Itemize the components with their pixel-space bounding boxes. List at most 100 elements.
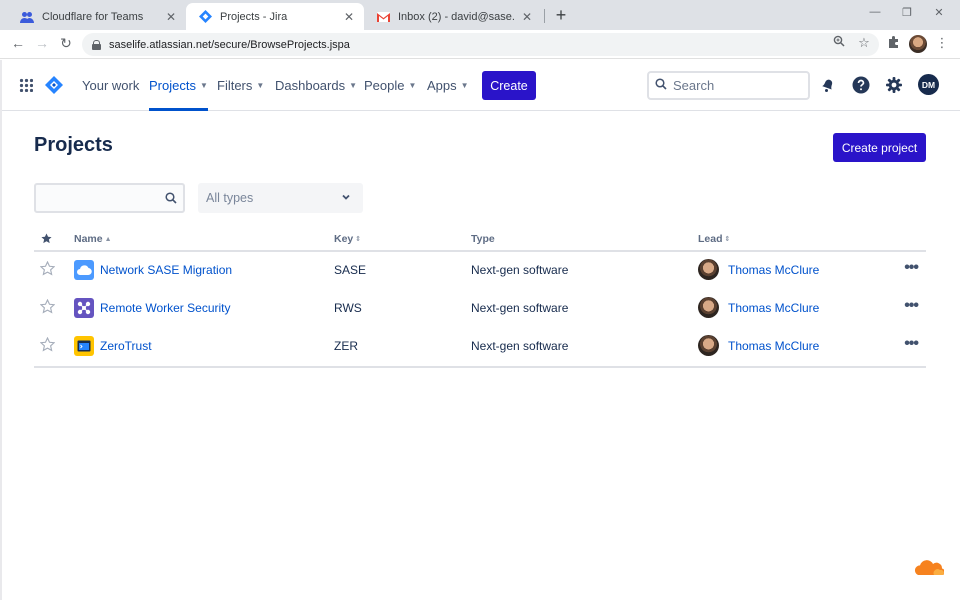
tab-separator [544,9,545,23]
project-search-field[interactable] [34,183,185,213]
browser-profile-avatar[interactable] [909,35,927,53]
url-text: saselife.atlassian.net/secure/BrowseProj… [109,38,350,51]
lock-icon [92,39,101,50]
nav-label: Filters [217,78,253,93]
more-actions-icon[interactable]: ••• [904,335,919,353]
create-button[interactable]: Create [482,71,536,100]
project-key: ZER [334,339,358,353]
bookmark-star-icon[interactable]: ☆ [856,35,872,51]
gmail-favicon-icon [376,10,390,24]
chevron-down-icon: ▼ [408,81,417,90]
browser-toolbar: ← → ↻ saselife.atlassian.net/secure/Brow… [0,30,960,59]
search-field[interactable] [647,71,810,100]
network-project-icon [74,298,94,318]
star-filled-icon [41,233,52,247]
jira-favicon-icon [198,10,212,24]
project-name-link[interactable]: Network SASE Migration [100,263,232,277]
project-name-link[interactable]: ZeroTrust [100,339,152,353]
nav-people[interactable]: People ▼ [364,60,416,111]
app-switcher-icon[interactable] [19,78,33,92]
nav-label: Dashboards [275,78,346,93]
close-tab-icon[interactable]: ✕ [164,10,178,24]
browser-tab-cloudflare[interactable]: Cloudflare for Teams ✕ [8,3,186,30]
project-type: Next-gen software [471,339,569,353]
chevron-down-icon [341,191,351,205]
browser-tab-jira[interactable]: Projects - Jira ✕ [186,3,364,30]
chevron-down-icon: ▼ [460,81,469,90]
window-edge [0,60,2,600]
table-row[interactable]: Network SASE Migration SASE Next-gen sof… [34,251,926,289]
project-type: Next-gen software [471,263,569,277]
nav-label: Apps [427,78,457,93]
more-actions-icon[interactable]: ••• [904,259,919,277]
settings-gear-icon[interactable] [884,75,904,95]
create-project-button[interactable]: Create project [833,133,926,162]
sort-asc-icon: ▲ [104,235,112,243]
nav-label: Projects [149,78,196,93]
lead-avatar [698,259,719,280]
help-icon[interactable] [851,75,871,95]
browser-tab-gmail[interactable]: Inbox (2) - david@sase.life - SASE ✕ [364,3,542,30]
back-arrow-icon[interactable]: ← [9,35,27,51]
project-key: RWS [334,301,362,315]
nav-projects[interactable]: Projects ▼ [149,60,208,111]
column-header-label: Lead [698,233,723,245]
nav-apps[interactable]: Apps ▼ [427,60,469,111]
cloudflare-logo-icon [912,560,945,576]
close-window-icon[interactable]: ✕ [932,6,946,19]
browser-menu-icon[interactable]: ⋮ [934,35,950,51]
page-title: Projects [34,134,113,156]
reload-icon[interactable]: ↻ [57,35,75,52]
project-lead-link[interactable]: Thomas McClure [728,339,819,353]
new-tab-button[interactable]: + [552,5,570,26]
tab-title: Cloudflare for Teams [42,10,144,23]
key-column-header[interactable]: Key ⇕ [334,233,361,245]
column-header-label: Key [334,233,354,245]
project-search-input[interactable] [42,190,162,205]
star-outline-icon[interactable] [39,260,56,281]
close-tab-icon[interactable]: ✕ [342,10,356,24]
address-bar[interactable]: saselife.atlassian.net/secure/BrowseProj… [82,33,879,56]
minimize-icon[interactable]: — [868,6,882,18]
star-outline-icon[interactable] [39,336,56,357]
type-column-header: Type [471,233,495,245]
terminal-project-icon [74,336,94,356]
sort-icon: ⇕ [724,236,731,243]
browser-tab-strip: Cloudflare for Teams ✕ Projects - Jira ✕… [0,0,960,30]
user-avatar[interactable]: DM [918,74,939,95]
project-name-link[interactable]: Remote Worker Security [100,301,230,315]
nav-label: Your work [82,78,140,93]
chevron-down-icon: ▼ [256,81,265,90]
forward-arrow-icon[interactable]: → [33,35,51,51]
table-row[interactable]: Remote Worker Security RWS Next-gen soft… [34,289,926,327]
column-header-label: Type [471,233,495,245]
chevron-down-icon: ▼ [199,81,208,90]
restore-icon[interactable]: ❐ [900,6,914,19]
jira-logo-icon[interactable] [45,76,63,94]
nav-dashboards[interactable]: Dashboards ▼ [275,60,357,111]
notifications-icon[interactable] [818,75,838,95]
project-key: SASE [334,263,367,277]
cloudflare-teams-favicon-icon [20,10,34,24]
table-row[interactable]: ZeroTrust ZER Next-gen software Thomas M… [34,327,926,365]
lead-avatar [698,297,719,318]
close-tab-icon[interactable]: ✕ [520,10,534,24]
search-input[interactable] [673,78,803,93]
project-lead-link[interactable]: Thomas McClure [728,263,819,277]
zoom-icon[interactable] [831,35,847,50]
starred-column-header[interactable] [41,233,52,247]
nav-your-work[interactable]: Your work [82,60,139,111]
project-lead-link[interactable]: Thomas McClure [728,301,819,315]
more-actions-icon[interactable]: ••• [904,297,919,315]
tab-title: Projects - Jira [220,10,288,23]
chevron-down-icon: ▼ [349,81,358,90]
lead-column-header[interactable]: Lead ⇕ [698,233,730,245]
extensions-icon[interactable] [885,35,901,51]
name-column-header[interactable]: Name ▲ [74,233,112,245]
tab-title: Inbox (2) - david@sase.life - SASE [398,10,514,23]
search-icon [655,78,667,93]
nav-filters[interactable]: Filters ▼ [217,60,264,111]
project-type-select[interactable]: All types [198,183,363,213]
star-outline-icon[interactable] [39,298,56,319]
jira-top-nav: Your work Projects ▼ Filters ▼ Dashboard… [0,60,960,111]
